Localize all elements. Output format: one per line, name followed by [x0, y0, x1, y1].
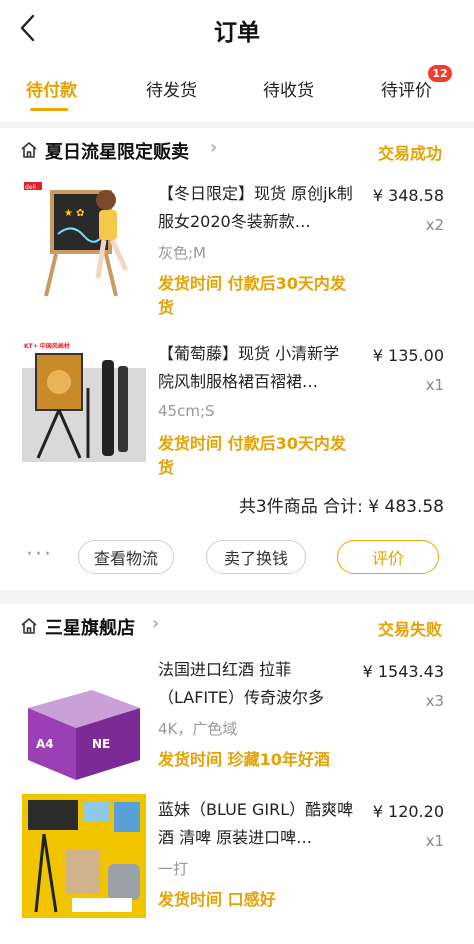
product-thumbnail: deli ★ ✿: [22, 178, 146, 302]
product-thumbnail: [22, 794, 146, 918]
product-spec: 4K，广色域: [158, 720, 238, 738]
view-logistics-button[interactable]: 查看物流: [78, 540, 174, 574]
order-card: 夏日流星限定贩卖 › 交易成功 deli ★ ✿ 【冬日限定】现货 原创jk制服…: [0, 128, 474, 590]
shop-home-icon: [21, 142, 37, 158]
order-item[interactable]: KT+ 中国风画材 【葡萄藤】现货 小清新学院风制服格裙百褶裙… ¥ 135.0…: [0, 338, 474, 498]
order-item[interactable]: 蓝妹（BLUE GIRL）酷爽啤酒 清啤 原装进口啤… ¥ 120.20 x1 …: [0, 794, 474, 944]
product-quantity: x3: [425, 692, 444, 710]
product-quantity: x2: [425, 216, 444, 234]
review-button[interactable]: 评价: [337, 540, 439, 574]
shipping-info: 发货时间 珍藏10年好酒: [158, 750, 330, 769]
shipping-info: 发货时间 付款后30天内发货: [158, 434, 346, 477]
order-item[interactable]: A4 NE 法国进口红酒 拉菲（LAFITE）传奇波尔多干… ¥ 1543.43…: [0, 654, 474, 814]
shop-name: 三星旗舰店: [45, 618, 135, 639]
active-tab-indicator: [30, 108, 68, 111]
shop-home-icon: [21, 618, 37, 634]
brand-logo: KT+ 中国风画材: [24, 342, 70, 350]
resell-button[interactable]: 卖了换钱: [206, 540, 306, 574]
product-quantity: x1: [425, 832, 444, 850]
product-title: 【冬日限定】现货 原创jk制服女2020冬装新款…: [158, 184, 353, 231]
svg-text:★ ✿: ★ ✿: [64, 208, 85, 219]
more-options-icon[interactable]: ···: [26, 542, 53, 567]
product-thumbnail: A4 NE: [22, 668, 146, 792]
product-spec: 45cm;S: [158, 402, 215, 420]
tab-pending-shipment[interactable]: 待发货: [146, 76, 197, 101]
chevron-right-icon: ›: [152, 613, 160, 634]
shop-name: 夏日流星限定贩卖: [45, 142, 189, 163]
product-spec: 灰色;M: [158, 244, 206, 262]
order-status: 交易成功: [377, 144, 442, 163]
top-bar: 订单: [0, 0, 474, 60]
product-thumbnail: KT+ 中国风画材: [22, 338, 146, 462]
product-spec: 一打: [158, 860, 189, 878]
shop-header[interactable]: 三星旗舰店 › 交易失败: [0, 604, 474, 648]
deli-logo: deli: [25, 184, 36, 191]
order-actions: ··· 查看物流 卖了换钱 评价: [0, 538, 474, 578]
page-title: 订单: [214, 20, 260, 46]
product-title: 【葡萄藤】现货 小清新学院风制服格裙百褶裙…: [158, 344, 340, 391]
product-price: ¥ 120.20: [372, 802, 444, 821]
tab-pending-receipt[interactable]: 待收货: [263, 76, 314, 101]
chevron-right-icon: ›: [210, 137, 218, 158]
product-price: ¥ 1543.43: [362, 662, 444, 681]
order-card: 三星旗舰店 › 交易失败 A4 NE 法国进口红酒 拉菲（LAFITE）传奇波尔…: [0, 604, 474, 944]
order-summary: 共3件商品 合计: ¥ 483.58: [238, 497, 444, 517]
shipping-info: 发货时间 口感好: [158, 890, 276, 909]
product-quantity: x1: [425, 376, 444, 394]
review-count-badge: 12: [428, 65, 452, 82]
product-title: 蓝妹（BLUE GIRL）酷爽啤酒 清啤 原装进口啤…: [158, 800, 354, 847]
product-price: ¥ 348.58: [372, 186, 444, 205]
shop-header[interactable]: 夏日流星限定贩卖 › 交易成功: [0, 128, 474, 172]
order-item[interactable]: deli ★ ✿ 【冬日限定】现货 原创jk制服女2020冬装新款… ¥ 348…: [0, 178, 474, 338]
shipping-info: 发货时间 付款后30天内发货: [158, 274, 346, 317]
order-status: 交易失败: [377, 620, 442, 639]
product-title: 法国进口红酒 拉菲（LAFITE）传奇波尔多干…: [158, 660, 325, 707]
tab-pending-review[interactable]: 待评价: [381, 76, 432, 101]
product-price: ¥ 135.00: [372, 346, 444, 365]
order-tabs: 待付款 待发货 待收货 待评价: [0, 60, 474, 122]
svg-text:NE: NE: [92, 737, 110, 751]
svg-text:A4: A4: [36, 737, 54, 751]
tab-pending-payment[interactable]: 待付款: [26, 76, 77, 101]
